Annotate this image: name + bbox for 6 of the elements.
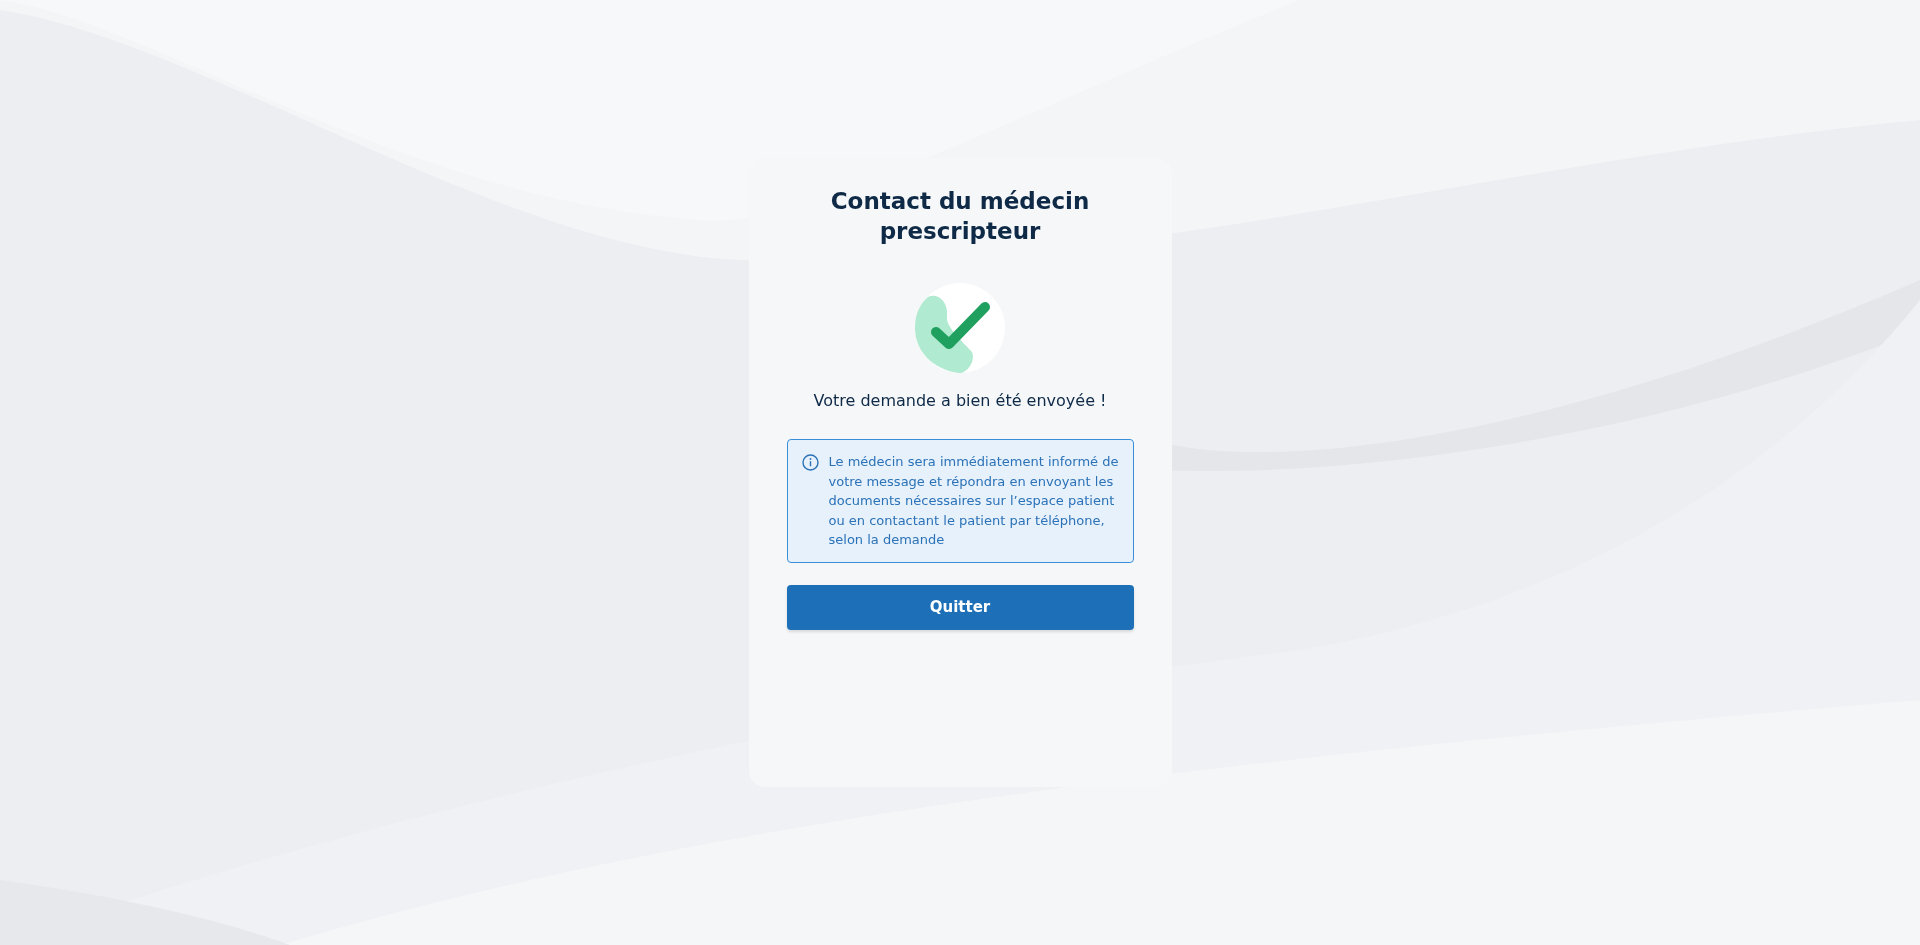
dialog-title: Contact du médecin prescripteur <box>830 187 1090 246</box>
quit-button[interactable]: Quitter <box>786 584 1134 630</box>
check-icon <box>914 282 1006 374</box>
info-icon <box>801 454 819 471</box>
success-message: Votre demande a bien été envoyée ! <box>813 391 1107 410</box>
info-text: Le médecin sera immédiatement informé de votre message et répondra en envoyant les documents nécessaires sur l’espace patient ou en contactant le patient par téléphone, selon la demande <box>828 453 1119 549</box>
